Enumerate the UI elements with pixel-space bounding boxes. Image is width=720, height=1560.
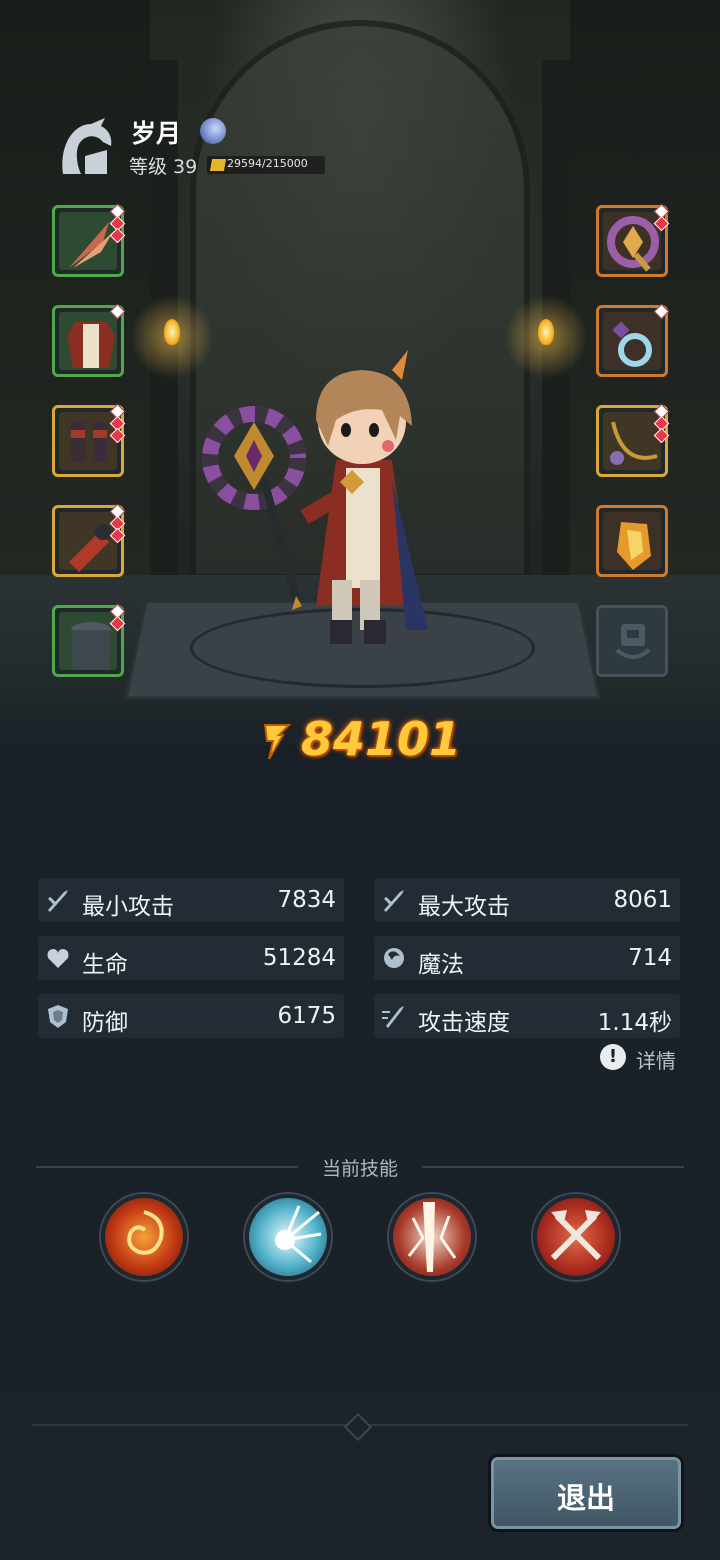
stat-max-attack: 最大攻击 8061 (374, 878, 680, 922)
stat-value: 8061 (613, 887, 672, 913)
stat-value: 7834 (277, 887, 336, 913)
equip-slot-ring[interactable] (596, 303, 670, 377)
equip-slot-axe-staff[interactable] (596, 203, 670, 277)
exp-bar: 29594/215000 (207, 156, 325, 174)
locked-slot-icon (615, 624, 651, 659)
stat-hp: 生命 51284 (38, 936, 344, 980)
equip-slot-empty[interactable] (596, 605, 668, 677)
equip-slot-boots[interactable] (52, 403, 126, 477)
robe-armor-icon (67, 322, 115, 368)
crossed-axes-skill-icon[interactable] (533, 1194, 619, 1280)
exit-button[interactable]: 退出 (488, 1454, 684, 1532)
skills-title: 当前技能 (321, 1158, 398, 1180)
stat-label: 攻击速度 (418, 1010, 510, 1036)
stat-label: 魔法 (418, 952, 464, 978)
speed-icon (382, 1006, 404, 1028)
stat-label: 最小攻击 (82, 894, 174, 920)
lightning-strike-skill-icon[interactable] (389, 1194, 475, 1280)
details-label: 详情 (636, 1049, 676, 1073)
skills-header: 当前技能 (36, 1154, 684, 1180)
exp-text: 29594/215000 (227, 157, 308, 170)
stat-label: 最大攻击 (418, 894, 510, 920)
stat-min-attack: 最小攻击 7834 (38, 878, 344, 922)
sword-icon (384, 890, 404, 912)
exit-label: 退出 (556, 1481, 615, 1515)
equip-slot-feather-weapon[interactable] (52, 203, 126, 277)
combat-power-value: 84101 (300, 712, 462, 766)
equip-slot-hood[interactable] (52, 603, 126, 677)
sword-icon (48, 890, 68, 912)
stat-value: 714 (628, 945, 672, 971)
combat-power: 84101 (0, 712, 720, 766)
stat-attack-speed: 攻击速度 1.14秒 (374, 994, 680, 1038)
player-level: 等级 39 (129, 156, 198, 178)
fire-vortex-skill-icon[interactable] (101, 1194, 187, 1280)
wall-lamp-right (504, 295, 588, 379)
stat-value: 51284 (262, 945, 336, 971)
magic-icon (384, 948, 404, 968)
equip-slot-robe-armor[interactable] (52, 303, 126, 377)
power-icon (263, 724, 292, 760)
stat-label: 生命 (82, 952, 128, 978)
ring-icon (612, 321, 652, 367)
info-icon: ! (600, 1044, 626, 1070)
light-burst-skill-icon[interactable] (245, 1194, 331, 1280)
equip-slot-bracer[interactable] (52, 503, 126, 577)
stat-label: 防御 (82, 1010, 128, 1036)
heart-icon (47, 949, 69, 968)
exp-icon (209, 159, 227, 171)
wall-lamp-left (130, 295, 214, 379)
equip-slot-gauntlet[interactable] (596, 505, 668, 577)
stat-defense: 防御 6175 (38, 994, 344, 1038)
stat-value: 6175 (277, 1003, 336, 1029)
hero-character (202, 350, 428, 644)
player-name: 岁月 (131, 119, 182, 148)
moon-icon (200, 118, 226, 144)
stat-mana: 魔法 714 (374, 936, 680, 980)
shield-icon (48, 1005, 68, 1028)
stat-value: 1.14秒 (597, 1010, 672, 1036)
gauntlet-icon (617, 522, 651, 570)
helmet-icon (62, 118, 112, 174)
equip-slot-necklace[interactable] (596, 403, 670, 477)
